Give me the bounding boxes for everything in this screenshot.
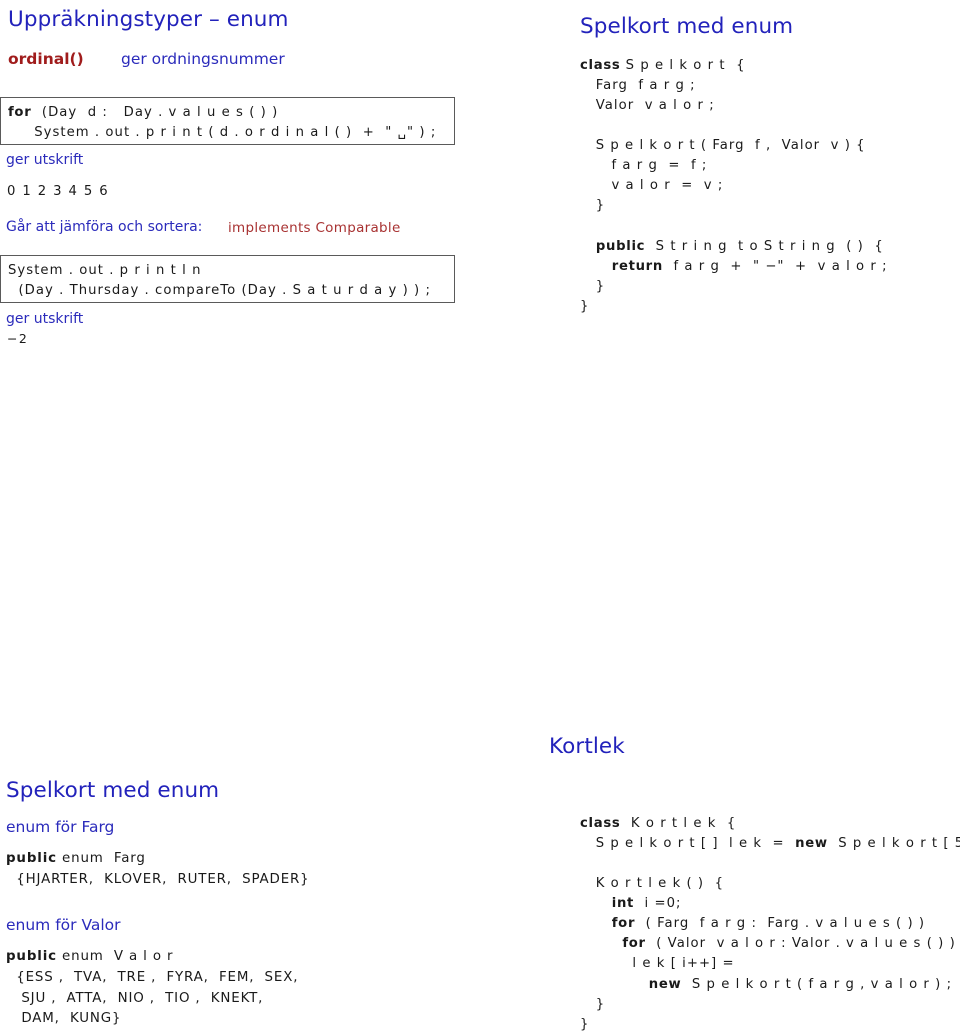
kortlek-code-line: new S p e l k o r t ( f a r g , v a l o … <box>580 975 960 995</box>
enum-farg-values: {HJARTER, KLOVER, RUTER, SPADER} <box>6 871 310 887</box>
kortlek-code-text: l e k [ i++] = <box>580 956 735 972</box>
kortlek-code-text: ( Farg f a r g : Farg . v a l u e s ( ) … <box>635 916 926 932</box>
spelkort-code-text: Farg f a r g ; <box>580 78 696 94</box>
keyword-public-valor: public <box>6 949 57 964</box>
kortlek-code-text-2: S p e l k o r t [ 5 2 ] ; <box>838 836 960 852</box>
kortlek-code-text: K o r t l e k { <box>620 816 737 831</box>
kortlek-code-line: } <box>580 1015 960 1035</box>
spelkort-code-text: Valor v a l o r ; <box>580 98 715 114</box>
enum-farg-heading: enum för Farg <box>6 818 115 836</box>
code-line-for: for (Day d : Day . v a l u e s ( ) ) Sys… <box>8 103 447 143</box>
slide2-left-title: Spelkort med enum <box>6 778 220 803</box>
kortlek-code-line: for ( Valor v a l o r : Valor . v a l u … <box>580 934 960 954</box>
spelkort-code-line: } <box>580 277 888 297</box>
code-box-compareto: System . out . p r i n t l n (Day . Thur… <box>0 255 455 303</box>
kortlek-code-keyword: for <box>580 916 636 932</box>
kortlek-code-text: ( Valor v a l o r : Valor . v a l u e s … <box>645 936 956 952</box>
output-label-1: ger utskrift <box>6 152 84 168</box>
spelkort-code-line: class S p e l k o r t { <box>580 56 888 76</box>
enum-valor-values: {ESS , TVA, TRE , FYRA, FEM, SEX, SJU , … <box>16 969 299 1027</box>
spelkort-code-line: return f a r g + " −" + v a l o r ; <box>580 257 888 277</box>
code-body-compareto: System . out . p r i n t l n (Day . Thur… <box>8 263 431 299</box>
kortlek-code-keyword: for <box>580 936 646 952</box>
ordinal-method-description: ger ordningsnummer <box>121 50 285 68</box>
spelkort-code-line: v a l o r = v ; <box>580 176 888 196</box>
kortlek-code-text: i =0; <box>634 896 682 912</box>
kortlek-code-line: for ( Farg f a r g : Farg . v a l u e s … <box>580 914 960 934</box>
output-value-1: 0 1 2 3 4 5 6 <box>7 184 110 199</box>
enum-valor-heading: enum för Valor <box>6 916 121 934</box>
kortlek-code-text: } <box>580 996 606 1012</box>
spelkort-code-text: v a l o r = v ; <box>580 178 724 194</box>
ordinal-method-label: ordinal() <box>8 50 84 68</box>
kortlek-code-keyword: class <box>580 816 621 831</box>
kortlek-code-text: } <box>580 1016 590 1032</box>
kortlek-code-line: } <box>580 995 960 1015</box>
spelkort-code-keyword: public <box>580 238 646 254</box>
spelkort-code-line <box>580 217 888 237</box>
spelkort-code-line: } <box>580 196 888 216</box>
spelkort-code-keyword: return <box>580 258 663 274</box>
kortlek-code-keyword: new <box>580 976 682 992</box>
output-value-2: −2 <box>7 331 29 346</box>
spelkort-code-text: S p e l k o r t ( Farg f , Valor v ) { <box>580 138 866 154</box>
spelkort-code-text: f a r g + " −" + v a l o r ; <box>662 258 888 274</box>
output-label-2: ger utskrift <box>6 311 84 327</box>
spelkort-code-keyword: class <box>580 58 621 73</box>
spelkort-code-line: public S t r i n g t o S t r i n g ( ) { <box>580 237 888 257</box>
kortlek-code-line: K o r t l e k ( ) { <box>580 874 960 894</box>
comparable-label: Går att jämföra och sortera: <box>6 219 203 235</box>
spelkort-code-text: S p e l k o r t { <box>620 58 746 73</box>
code-block-spelkort: class S p e l k o r t { Farg f a r g ; V… <box>580 56 888 317</box>
spelkort-code-line: S p e l k o r t ( Farg f , Valor v ) { <box>580 136 888 156</box>
spelkort-code-text: } <box>580 298 590 314</box>
spelkort-code-text: f a r g = f ; <box>580 158 708 174</box>
spelkort-code-line: Farg f a r g ; <box>580 76 888 96</box>
spelkort-code-line: Valor v a l o r ; <box>580 96 888 116</box>
kortlek-code-line <box>580 854 960 874</box>
kortlek-code-text: S p e l k o r t [ ] l e k = <box>580 836 796 852</box>
spelkort-code-line: } <box>580 297 888 317</box>
keyword-for: for <box>8 105 32 120</box>
spelkort-code-text: S t r i n g t o S t r i n g ( ) { <box>645 238 884 254</box>
enum-valor-code: public enum V a l o r {ESS , TVA, TRE , … <box>6 947 298 1030</box>
kortlek-code-text: S p e l k o r t ( f a r g , v a l o r ) … <box>681 976 953 992</box>
slide1-right-title: Spelkort med enum <box>580 14 794 39</box>
slide1-title: Uppräkningstyper – enum <box>8 7 289 32</box>
enum-farg-decl: enum Farg <box>56 851 146 866</box>
code-block-kortlek: class K o r t l e k { S p e l k o r t [ … <box>580 814 960 1035</box>
kortlek-code-line: S p e l k o r t [ ] l e k = new S p e l … <box>580 834 960 854</box>
spelkort-code-text: } <box>580 198 606 214</box>
spelkort-code-text: } <box>580 278 606 294</box>
kortlek-code-line: int i =0; <box>580 894 960 914</box>
enum-valor-decl: enum V a l o r <box>56 949 174 964</box>
slide2-center-title: Kortlek <box>549 734 625 759</box>
enum-farg-code: public enum Farg {HJARTER, KLOVER, RUTER… <box>6 849 310 891</box>
kortlek-code-line: l e k [ i++] = <box>580 954 960 974</box>
comparable-value: implements Comparable <box>228 220 401 236</box>
kortlek-code-text: K o r t l e k ( ) { <box>580 876 725 892</box>
keyword-public-farg: public <box>6 851 57 866</box>
kortlek-code-keyword: int <box>580 896 635 912</box>
code-body-ordinal: (Day d : Day . v a l u e s ( ) ) System … <box>34 105 437 141</box>
kortlek-code-line: class K o r t l e k { <box>580 814 960 834</box>
kortlek-code-keyword-2: new <box>795 836 828 852</box>
spelkort-code-line <box>580 116 888 136</box>
spelkort-code-line: f a r g = f ; <box>580 156 888 176</box>
code-box-ordinal-loop: for (Day d : Day . v a l u e s ( ) ) Sys… <box>0 97 455 145</box>
